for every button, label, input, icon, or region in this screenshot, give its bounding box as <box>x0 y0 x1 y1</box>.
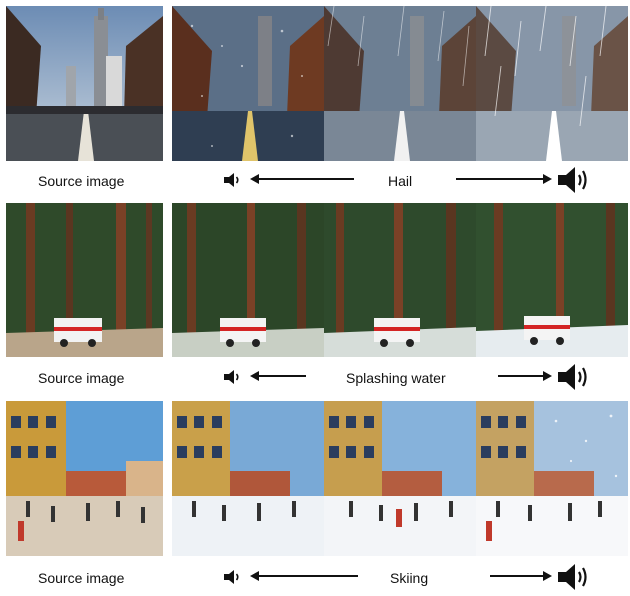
ski-image-2 <box>324 401 476 556</box>
arrow-right-icon <box>543 174 552 184</box>
ski-image-1 <box>172 401 324 556</box>
speaker-high-icon <box>558 563 590 596</box>
row-skiing: Source image Skiing <box>0 398 630 591</box>
arrow-left-line <box>258 178 354 180</box>
source-image-city <box>6 6 163 161</box>
splash-image-1 <box>172 203 324 357</box>
source-image-label: Source image <box>38 570 125 586</box>
source-image-forest <box>6 203 163 357</box>
ski-image-3 <box>476 401 628 556</box>
arrow-right-line <box>490 575 544 577</box>
row-hail: Source image Hail <box>0 0 630 200</box>
speaker-low-icon <box>224 569 242 590</box>
effect-label-skiing: Skiing <box>390 570 429 586</box>
arrow-left-line <box>258 575 358 577</box>
row-splashing-water: Source image Splashing water <box>0 200 630 400</box>
arrow-right-line <box>456 178 544 180</box>
hail-image-1 <box>172 6 324 161</box>
source-image-label: Source image <box>38 370 125 386</box>
effect-label-splashing-water: Splashing water <box>346 370 446 386</box>
speaker-low-icon <box>224 172 242 193</box>
splash-image-3 <box>476 203 628 357</box>
effect-label-hail: Hail <box>388 173 413 189</box>
source-image-label: Source image <box>38 173 125 189</box>
speaker-high-icon <box>558 166 590 199</box>
source-image-plaza <box>6 401 163 556</box>
hail-image-2 <box>324 6 476 161</box>
speaker-low-icon <box>224 369 242 390</box>
arrow-left-line <box>258 375 306 377</box>
hail-image-3 <box>476 6 628 161</box>
splash-image-2 <box>324 203 476 357</box>
speaker-high-icon <box>558 363 590 396</box>
arrow-right-icon <box>543 371 552 381</box>
arrow-right-line <box>498 375 544 377</box>
arrow-right-icon <box>543 571 552 581</box>
